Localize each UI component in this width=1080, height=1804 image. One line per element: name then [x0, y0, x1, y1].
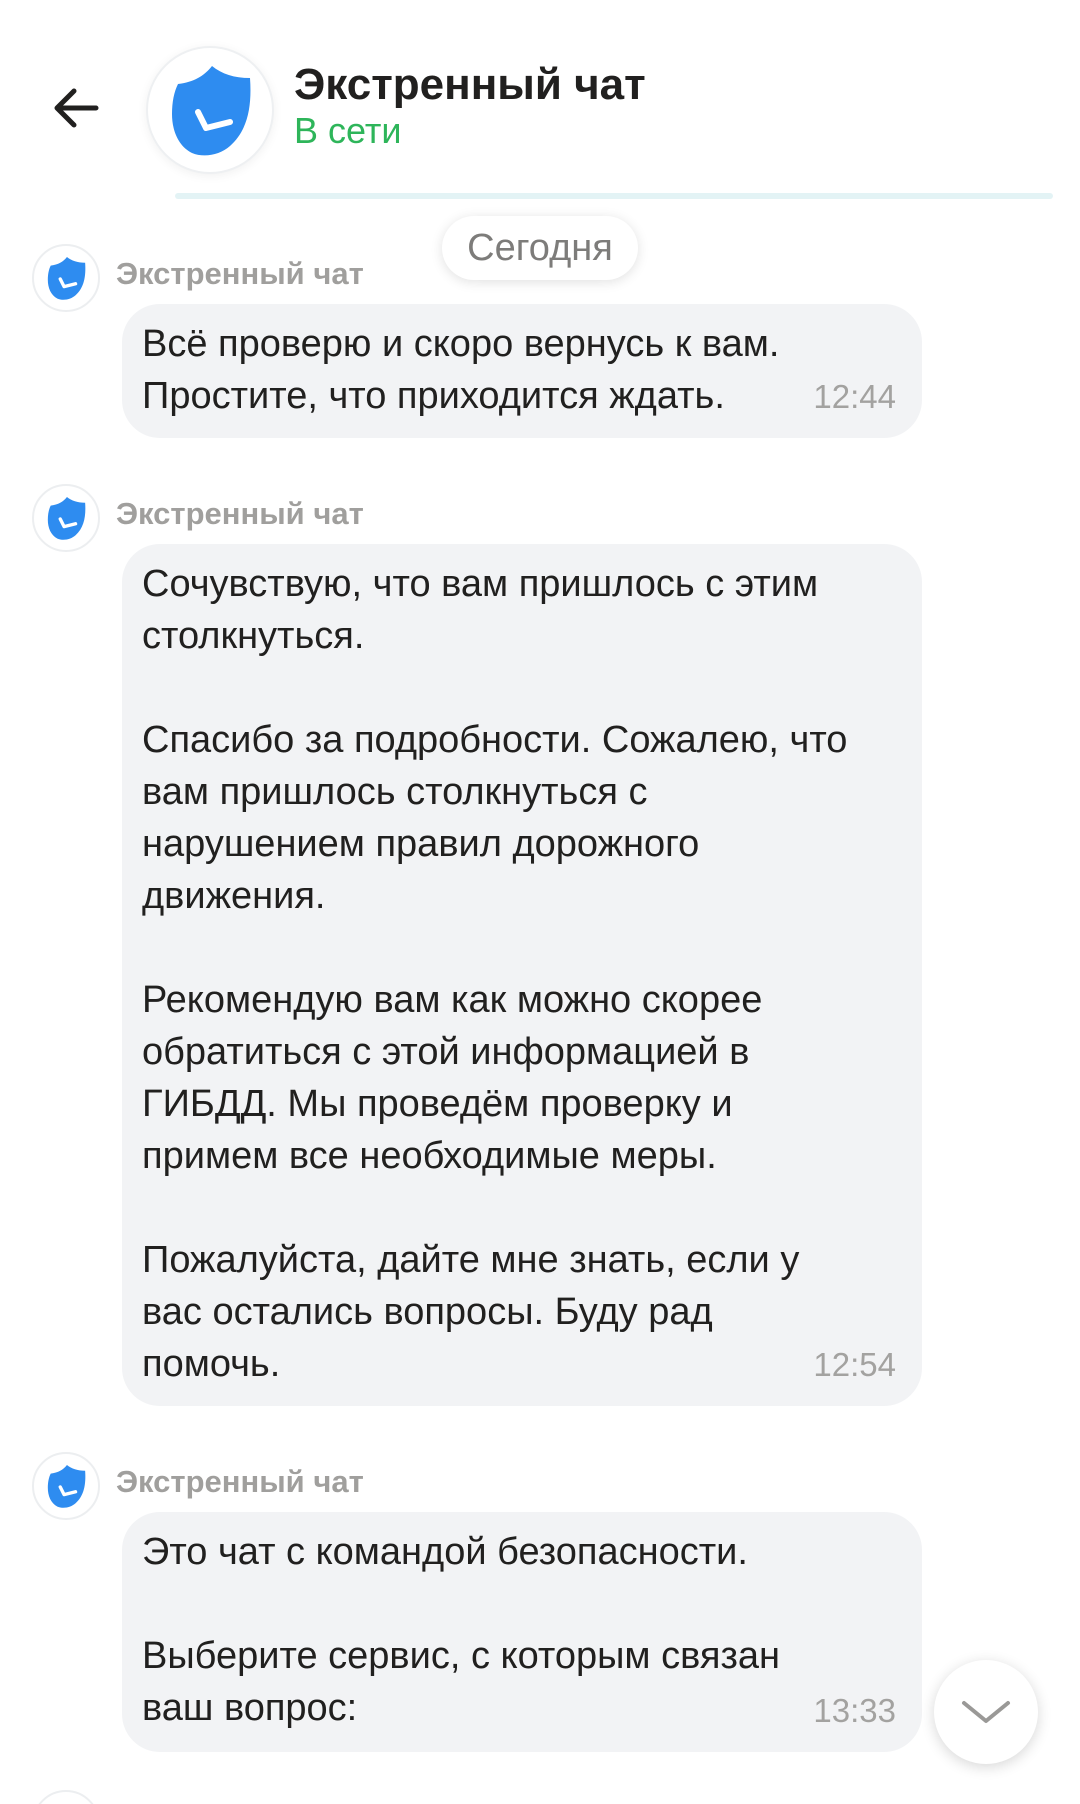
- message-bubble[interactable]: Всё проверю и скоро вернусь к вам. Прост…: [122, 304, 922, 438]
- chat-screen: Экстренный чат В сети Сегодня Экстренный…: [0, 0, 1080, 1804]
- sender-avatar[interactable]: [32, 1452, 100, 1520]
- sender-name: Экстренный чат: [116, 496, 364, 531]
- chevron-down-icon: [962, 1701, 1010, 1723]
- online-status: В сети: [294, 110, 402, 151]
- message-time: 12:44: [813, 378, 896, 415]
- date-separator: Сегодня: [442, 216, 638, 280]
- header-divider: [175, 193, 1053, 199]
- message-time: 13:33: [813, 1692, 896, 1729]
- chat-avatar[interactable]: [146, 46, 274, 174]
- chat-header: Экстренный чат В сети: [0, 0, 1080, 200]
- sender-name: Экстренный чат: [116, 1464, 364, 1499]
- message-time: 12:54: [813, 1346, 896, 1383]
- shield-check-icon: [172, 66, 251, 156]
- sender-avatar[interactable]: [32, 484, 100, 552]
- message-text: Всё проверю и скоро вернусь к вам. Прост…: [142, 323, 780, 417]
- scroll-down-button[interactable]: [934, 1660, 1038, 1764]
- shield-check-icon: [47, 256, 86, 300]
- arrow-left-icon: [54, 88, 99, 128]
- sender-name: Экстренный чат: [116, 256, 364, 291]
- sender-avatar-partial: [32, 1790, 100, 1804]
- shield-check-icon: [47, 496, 86, 540]
- message-text: Это чат с командой безопасности. Выберит…: [142, 1531, 780, 1729]
- chat-title: Экстренный чат: [294, 60, 646, 109]
- message-bubble[interactable]: Это чат с командой безопасности. Выберит…: [122, 1512, 922, 1752]
- sender-avatar[interactable]: [32, 244, 100, 312]
- back-button[interactable]: [40, 72, 112, 144]
- shield-check-icon: [47, 1464, 86, 1508]
- message-text: Сочувствую, что вам пришлось с этим стол…: [142, 563, 848, 1385]
- message-bubble[interactable]: Сочувствую, что вам пришлось с этим стол…: [122, 544, 922, 1406]
